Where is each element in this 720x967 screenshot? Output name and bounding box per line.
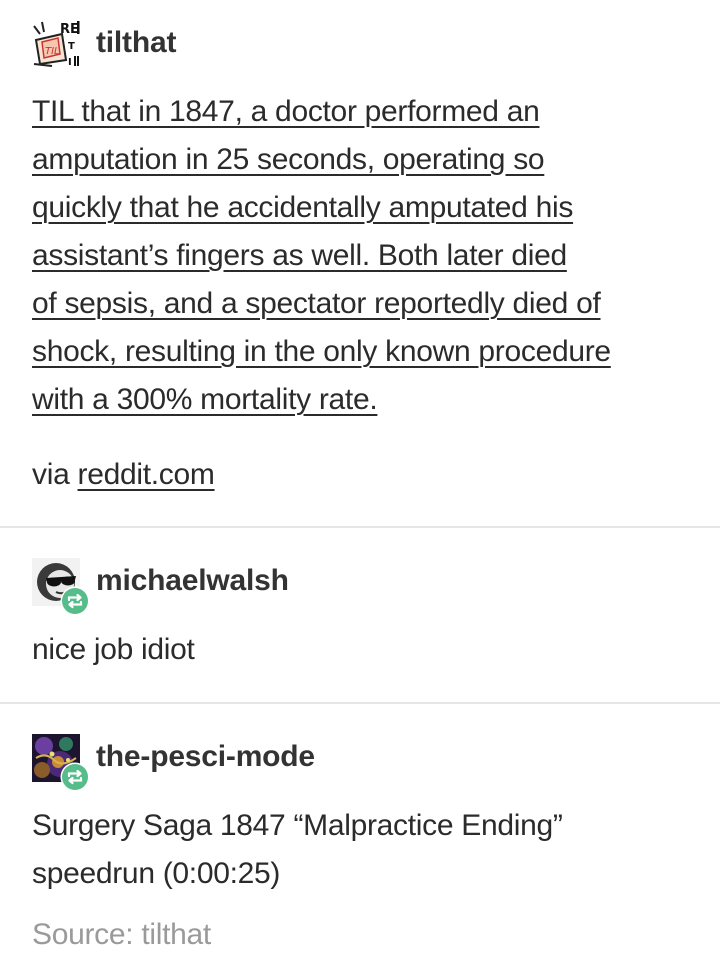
avatar-michaelwalsh[interactable]	[32, 558, 90, 616]
link-line[interactable]: assistant’s fingers as well. Both later …	[32, 239, 567, 272]
post-header: the-pesci-mode	[32, 734, 315, 792]
via-attribution: via reddit.com	[32, 451, 215, 499]
svg-text:T: T	[68, 41, 75, 52]
post-michaelwalsh: michaelwalsh nice job idiot	[0, 528, 720, 702]
post-link-text[interactable]: TIL that in 1847, a doctor performed an …	[32, 88, 611, 424]
reblog-comment: Surgery Saga 1847 “Malpractice Ending” s…	[32, 802, 563, 898]
username[interactable]: tilthat	[96, 26, 176, 60]
reblog-icon	[60, 586, 90, 616]
post-header: michaelwalsh	[32, 558, 289, 616]
avatar-the-pesci-mode[interactable]	[32, 734, 90, 792]
svg-text:I: I	[68, 57, 72, 68]
username[interactable]: the-pesci-mode	[96, 740, 315, 774]
comment-line: Surgery Saga 1847 “Malpractice Ending”	[32, 809, 563, 842]
post-header: TIL RE T I tilthat	[32, 20, 176, 68]
link-line[interactable]: shock, resulting in the only known proce…	[32, 335, 611, 368]
link-line[interactable]: of sepsis, and a spectator reportedly di…	[32, 287, 601, 320]
link-line[interactable]: with a 300% mortality rate.	[32, 383, 378, 416]
username[interactable]: michaelwalsh	[96, 564, 289, 598]
comment-line: speedrun (0:00:25)	[32, 857, 281, 890]
source-link[interactable]: Source: tilthat	[32, 918, 211, 952]
til-logo-icon: TIL RE T I	[32, 20, 80, 68]
via-link[interactable]: reddit.com	[78, 458, 215, 491]
link-line[interactable]: amputation in 25 seconds, operating so	[32, 143, 545, 176]
link-line[interactable]: TIL that in 1847, a doctor performed an	[32, 95, 540, 128]
avatar-tilthat[interactable]: TIL RE T I	[32, 20, 80, 68]
reblog-comment: nice job idiot	[32, 633, 195, 666]
post-tilthat: TIL RE T I tilthat TIL that in 1847, a d…	[0, 0, 720, 527]
link-line[interactable]: quickly that he accidentally amputated h…	[32, 191, 573, 224]
reblog-icon	[60, 762, 90, 792]
post-the-pesci-mode: the-pesci-mode Surgery Saga 1847 “Malpra…	[0, 704, 720, 967]
via-prefix: via	[32, 458, 78, 491]
svg-text:TIL: TIL	[45, 46, 60, 57]
svg-text:RE: RE	[60, 22, 79, 37]
